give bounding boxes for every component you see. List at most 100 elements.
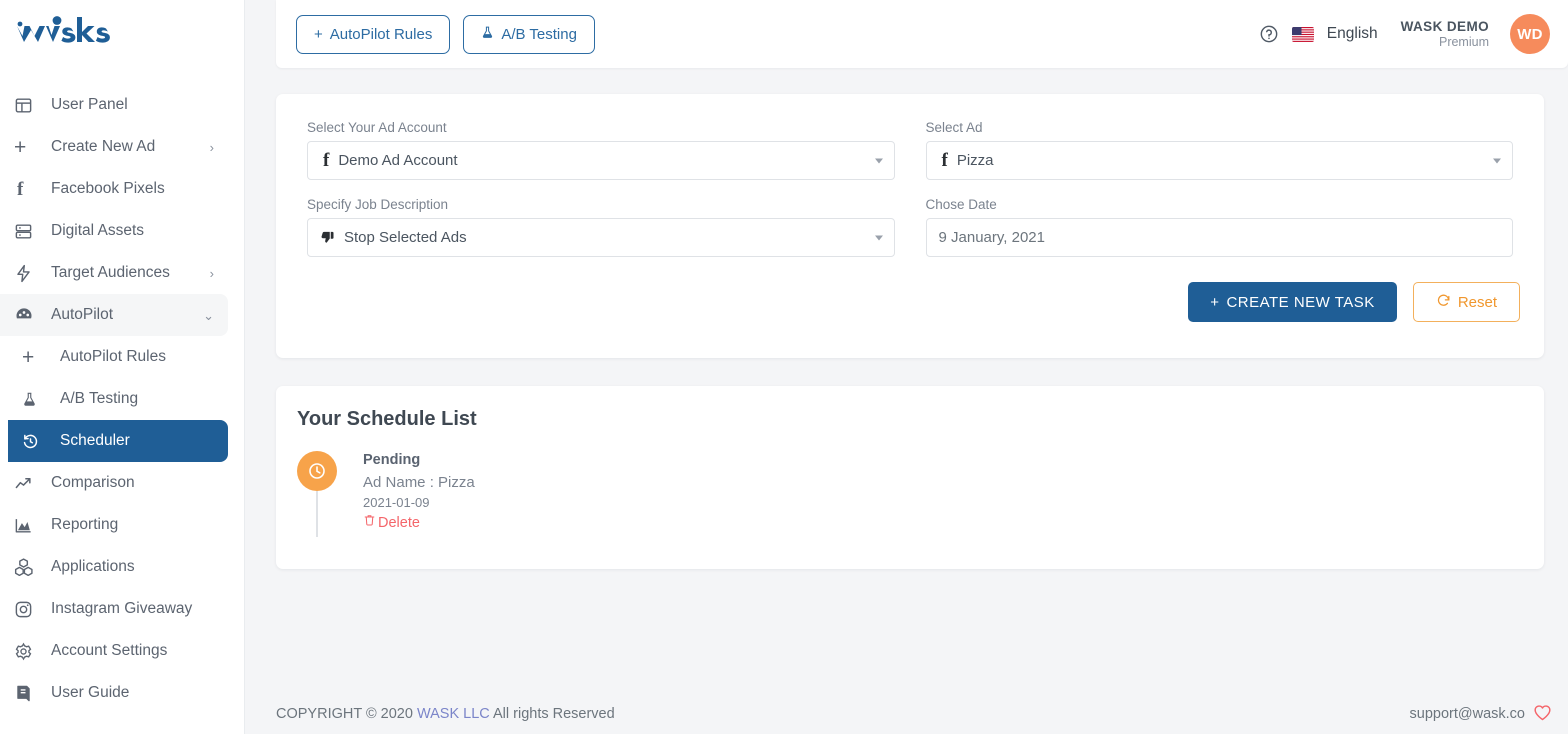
brand-logo[interactable] — [0, 0, 244, 62]
create-new-task-button[interactable]: + CREATE NEW TASK — [1188, 282, 1397, 322]
clock-icon — [297, 451, 337, 491]
autopilot-rules-button[interactable]: + AutoPilot Rules — [296, 14, 451, 54]
sidebar-item-autopilot-rules[interactable]: + AutoPilot Rules — [8, 336, 228, 378]
plus-icon: + — [22, 345, 35, 369]
ab-testing-button[interactable]: A/B Testing — [463, 14, 595, 54]
sidebar-item-label: Scheduler — [60, 432, 130, 449]
sidebar-item-user-panel[interactable]: User Panel — [0, 84, 228, 126]
sidebar-item-ab-testing[interactable]: A/B Testing — [8, 378, 228, 420]
ab-testing-label: A/B Testing — [501, 25, 577, 43]
flask-icon — [22, 387, 42, 411]
sidebar-item-scheduler[interactable]: Scheduler — [8, 420, 228, 462]
layout-panel-icon — [14, 93, 40, 117]
field-label: Specify Job Description — [307, 197, 449, 212]
sidebar-item-account-settings[interactable]: Account Settings — [0, 630, 228, 672]
sidebar-item-target-audiences[interactable]: Target Audiences › — [0, 252, 228, 294]
plus-icon: + — [1210, 293, 1220, 311]
delete-label: Delete — [378, 514, 420, 531]
sidebar-subnav-autopilot: + AutoPilot Rules A/B Testing Scheduler — [0, 336, 244, 462]
schedule-item-ad-name: Ad Name : Pizza — [363, 473, 475, 491]
account-info[interactable]: WASK DEMO Premium — [1401, 19, 1489, 49]
chevron-down-icon — [1493, 158, 1501, 163]
ad-account-select[interactable]: f Demo Ad Account — [307, 141, 895, 180]
chose-date-value: 9 January, 2021 — [938, 229, 1045, 246]
sidebar-item-applications[interactable]: Applications — [0, 546, 228, 588]
trash-icon — [363, 513, 376, 534]
sidebar-item-label: Instagram Giveaway — [51, 600, 193, 617]
timeline-connector — [316, 491, 318, 537]
account-name: WASK DEMO — [1400, 19, 1489, 35]
sidebar-nav: User Panel + Create New Ad › f Facebook … — [0, 84, 244, 714]
sidebar-item-autopilot[interactable]: AutoPilot ⌄ — [0, 294, 228, 336]
flask-icon — [481, 25, 494, 44]
job-description-value: Stop Selected Ads — [344, 229, 467, 246]
field-label: Select Ad — [925, 120, 983, 135]
chevron-right-icon: › — [209, 139, 214, 155]
company-link[interactable]: WASK LLC — [417, 706, 490, 722]
facebook-icon: f — [17, 178, 24, 200]
copyright-suffix: All rights Reserved — [493, 706, 615, 722]
form-actions: + CREATE NEW TASK Reset — [276, 257, 1544, 322]
app-root: User Panel + Create New Ad › f Facebook … — [0, 0, 1568, 734]
sidebar-item-label: Create New Ad — [51, 138, 156, 155]
heart-icon — [1533, 704, 1552, 725]
copyright-prefix: COPYRIGHT © 2020 — [276, 706, 413, 722]
question-circle-icon[interactable] — [1259, 24, 1279, 44]
field-select-ad: Select Ad f Pizza — [925, 120, 1513, 180]
sidebar-item-reporting[interactable]: Reporting — [0, 504, 228, 546]
sidebar: User Panel + Create New Ad › f Facebook … — [0, 0, 245, 734]
autopilot-rules-label: AutoPilot Rules — [329, 25, 433, 43]
us-flag-icon[interactable] — [1291, 26, 1314, 42]
avatar[interactable]: WD — [1510, 14, 1550, 54]
sidebar-item-facebook-pixels[interactable]: f Facebook Pixels — [0, 168, 228, 210]
sidebar-item-digital-assets[interactable]: Digital Assets — [0, 210, 228, 252]
reset-button[interactable]: Reset — [1412, 282, 1520, 322]
sidebar-item-label: Facebook Pixels — [51, 180, 165, 197]
sidebar-item-label: Digital Assets — [51, 222, 145, 239]
sidebar-item-create-new-ad[interactable]: + Create New Ad › — [0, 126, 228, 168]
footer: COPYRIGHT © 2020 WASK LLC All rights Res… — [276, 694, 1568, 734]
plus-icon: + — [314, 25, 323, 43]
field-label: Select Your Ad Account — [307, 120, 447, 135]
status-badge: Pending — [363, 452, 421, 468]
wask-logo-icon — [17, 16, 110, 43]
support-email[interactable]: support@wask.co — [1410, 706, 1525, 722]
refresh-icon — [1436, 293, 1451, 312]
list-item: Pending Ad Name : Pizza 2021-01-09 Delet… — [297, 451, 1544, 537]
sidebar-item-label: Account Settings — [51, 642, 168, 659]
sidebar-item-label: Target Audiences — [51, 264, 170, 281]
field-ad-account: Select Your Ad Account f Demo Ad Account — [307, 120, 895, 180]
scheduler-form-grid: Select Your Ad Account f Demo Ad Account… — [276, 94, 1544, 257]
server-icon — [14, 219, 40, 243]
scheduler-form-card: Select Your Ad Account f Demo Ad Account… — [276, 94, 1544, 358]
instagram-icon — [14, 597, 40, 621]
trend-up-icon — [14, 471, 40, 495]
job-description-select[interactable]: Stop Selected Ads — [307, 218, 895, 257]
delete-button[interactable]: Delete — [363, 513, 420, 534]
ad-account-value: Demo Ad Account — [338, 152, 458, 169]
support-area: support@wask.co — [1410, 704, 1568, 725]
plus-icon: + — [14, 135, 27, 159]
sidebar-item-label: Reporting — [51, 516, 119, 533]
field-job-description: Specify Job Description Stop Selected Ad… — [307, 197, 895, 257]
book-icon — [14, 681, 40, 705]
sidebar-item-label: AutoPilot Rules — [60, 348, 166, 365]
chevron-down-icon: ⌄ — [203, 307, 214, 323]
topbar-user-area: English WASK DEMO Premium WD — [1259, 14, 1568, 54]
sidebar-item-instagram-giveaway[interactable]: Instagram Giveaway — [0, 588, 228, 630]
sidebar-item-comparison[interactable]: Comparison — [0, 462, 228, 504]
sidebar-item-label: A/B Testing — [60, 390, 139, 407]
select-ad-value: Pizza — [956, 152, 994, 169]
topbar: + AutoPilot Rules A/B Testing English WA… — [276, 0, 1568, 68]
blocks-icon — [14, 555, 40, 579]
sidebar-item-label: Comparison — [51, 474, 135, 491]
chose-date-input[interactable]: 9 January, 2021 — [925, 218, 1513, 257]
sidebar-item-label: Applications — [51, 558, 135, 575]
copyright: COPYRIGHT © 2020 WASK LLC All rights Res… — [276, 706, 615, 722]
gear-icon — [14, 639, 40, 663]
select-ad-select[interactable]: f Pizza — [925, 141, 1513, 180]
language-selector[interactable]: English — [1327, 25, 1378, 43]
schedule-item-body: Pending Ad Name : Pizza 2021-01-09 Delet… — [363, 451, 475, 534]
sidebar-item-user-guide[interactable]: User Guide — [0, 672, 228, 714]
facebook-icon: f — [941, 150, 948, 171]
